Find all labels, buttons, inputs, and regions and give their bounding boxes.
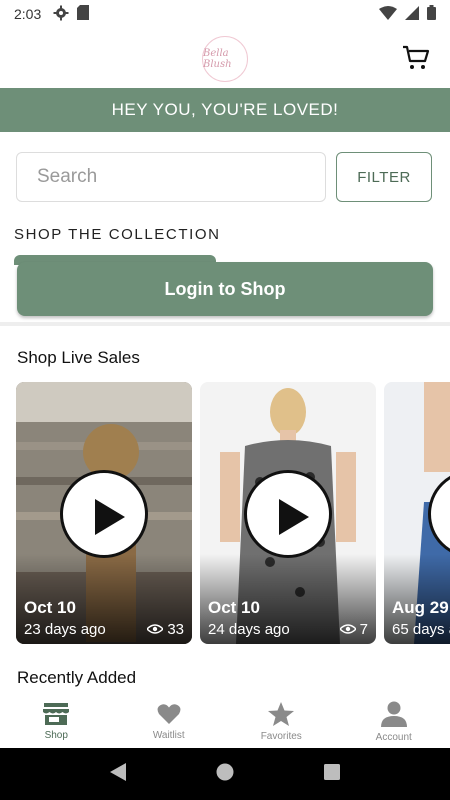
live-sales-carousel[interactable]: Oct 10 23 days ago 33 Oct 10 24 days ago…: [16, 382, 450, 644]
app-header: Bella Blush: [0, 28, 450, 88]
sale-date: Oct 10: [208, 598, 260, 617]
nav-item-account[interactable]: Account: [338, 696, 450, 748]
brand-logo[interactable]: Bella Blush: [202, 36, 248, 82]
battery-icon: [427, 5, 436, 23]
nav-label: Shop: [44, 730, 68, 741]
live-sale-card[interactable]: Oct 10 23 days ago 33: [16, 382, 192, 644]
promo-banner: HEY YOU, YOU'RE LOVED!: [0, 88, 450, 132]
sale-age: 24 days ago: [208, 621, 290, 638]
section-divider: [0, 322, 450, 326]
view-count-value: 33: [167, 621, 184, 638]
recently-added-title: Recently Added: [17, 668, 137, 687]
collection-title: SHOP THE COLLECTION: [14, 226, 221, 243]
login-to-shop-button[interactable]: Login to Shop: [17, 262, 433, 316]
star-icon: [268, 702, 295, 729]
home-icon[interactable]: [216, 763, 234, 786]
view-count: 33: [146, 621, 184, 638]
sale-age: 65 days ago: [392, 621, 450, 638]
nav-item-waitlist[interactable]: Waitlist: [113, 696, 226, 748]
live-sales-title: Shop Live Sales: [17, 348, 140, 367]
play-icon[interactable]: [60, 470, 148, 558]
settings-gear-icon: [53, 5, 69, 24]
sale-date: Oct 10: [24, 598, 76, 617]
view-count: 7: [338, 621, 368, 638]
sale-date: Aug 29: [392, 598, 449, 617]
back-icon[interactable]: [110, 762, 126, 786]
nav-label: Account: [375, 732, 412, 743]
nav-item-favorites[interactable]: Favorites: [225, 696, 338, 748]
cart-icon[interactable]: [402, 44, 430, 72]
search-input[interactable]: [16, 152, 326, 202]
sd-card-icon: [77, 5, 90, 23]
bottom-nav: Shop Waitlist Favorites Account: [0, 696, 450, 748]
nav-label: Waitlist: [152, 730, 185, 741]
system-nav-bar: [0, 748, 450, 800]
view-count-value: 7: [359, 621, 368, 638]
eye-icon: [338, 621, 357, 638]
recents-icon[interactable]: [324, 763, 340, 785]
status-time: 2:03: [14, 6, 42, 22]
cellular-signal-icon: [405, 5, 419, 23]
sale-age: 23 days ago: [24, 621, 106, 638]
person-icon: [380, 701, 407, 730]
promo-banner-text: HEY YOU, YOU'RE LOVED!: [111, 100, 339, 119]
status-bar: 2:03: [0, 0, 450, 28]
eye-icon: [146, 621, 165, 638]
logo-text: Bella Blush: [203, 48, 232, 70]
nav-label: Favorites: [260, 731, 302, 742]
store-icon: [43, 703, 70, 728]
live-sale-card[interactable]: Aug 29 65 days ago: [384, 382, 450, 644]
nav-item-shop[interactable]: Shop: [0, 696, 113, 748]
live-sale-card[interactable]: Oct 10 24 days ago 7: [200, 382, 376, 644]
heart-icon: [157, 703, 181, 728]
play-icon[interactable]: [244, 470, 332, 558]
filter-button[interactable]: FILTER: [336, 152, 432, 202]
wifi-icon: [379, 5, 397, 23]
